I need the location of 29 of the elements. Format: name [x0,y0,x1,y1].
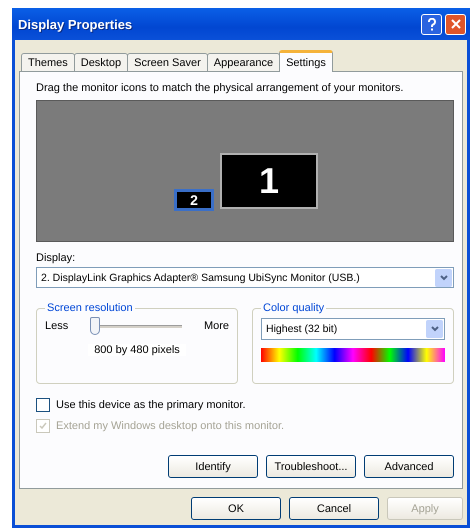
dialog-button[interactable]: Troubleshoot... [266,455,356,478]
less-label: Less [45,320,68,332]
group-title: Color quality [262,302,326,314]
dialog-button[interactable]: Advanced [364,455,454,478]
dialog-button[interactable]: Cancel [289,497,379,520]
monitor-icon[interactable]: 2 [174,189,214,211]
tab[interactable]: Screen Saver [127,53,208,72]
more-label: More [204,320,229,332]
dialog-button[interactable]: Identify [168,455,258,478]
display-label: Display: [36,252,76,264]
resolution-slider[interactable] [90,316,182,336]
check-icon [39,422,47,430]
monitor-icon[interactable]: 1 [220,153,318,209]
checkbox-label: Use this device as the primary monitor. [56,399,246,411]
instruction-text: Drag the monitor icons to match the physical arrangement of your monitors. [36,82,404,94]
window-title: Display Properties [18,16,134,32]
tab[interactable]: Themes [21,53,75,72]
checkbox[interactable] [36,398,50,412]
help-icon[interactable] [421,14,442,34]
group-title: Screen resolution [46,302,134,314]
color-quality-dropdown[interactable]: Highest (32 bit) [261,318,445,340]
checkbox-label: Extend my Windows desktop onto this monitor. [56,420,284,432]
display-dropdown[interactable]: 2. DisplayLink Graphics Adapter® Samsung UbiSync Monitor (USB.) [36,267,454,288]
dialog-button[interactable]: OK [191,497,281,520]
tab[interactable]: Appearance [206,53,280,72]
slider-thumb[interactable] [90,317,100,335]
close-icon[interactable] [445,14,466,34]
tab[interactable]: Desktop [74,53,128,72]
tab[interactable]: Settings [279,50,333,72]
